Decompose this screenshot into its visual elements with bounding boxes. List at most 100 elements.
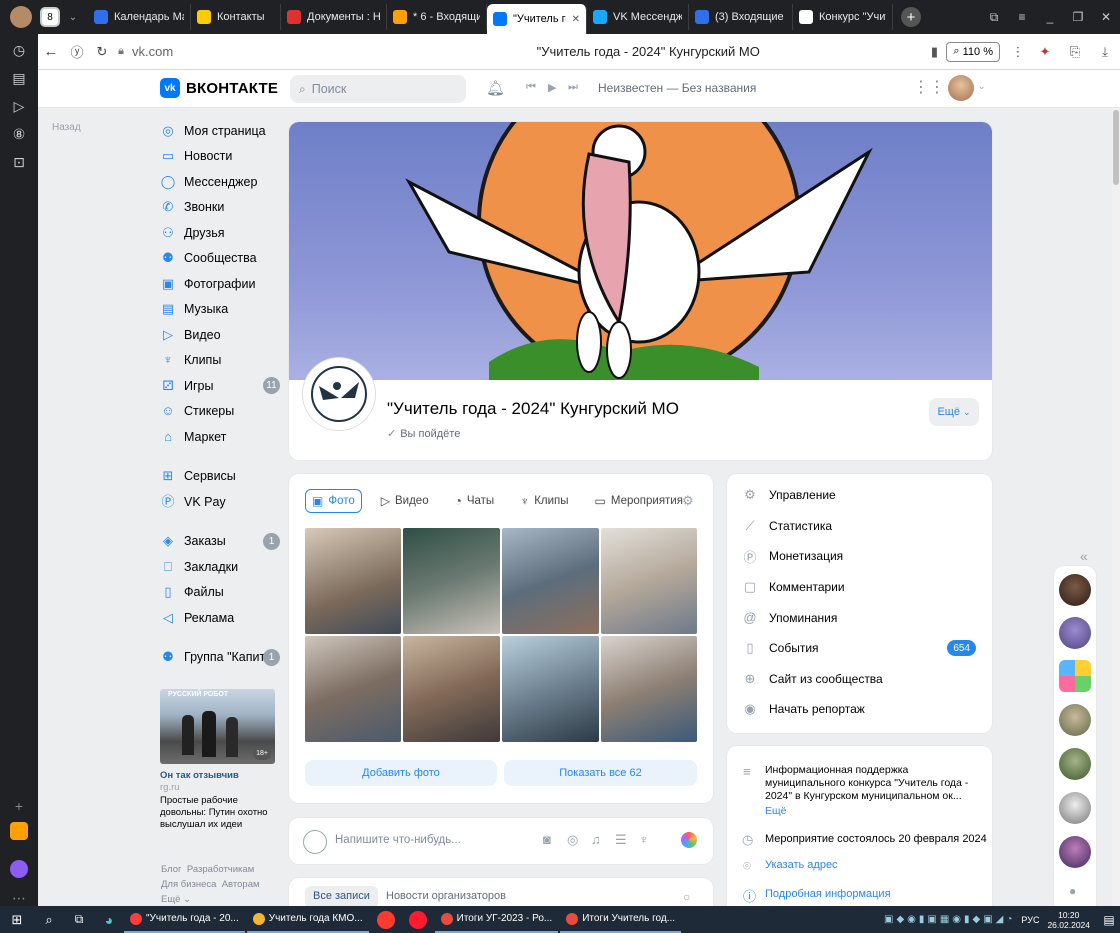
photo-thumbnail[interactable]	[305, 528, 401, 634]
footer-link-more[interactable]: Ещё	[161, 894, 180, 905]
ad-image[interactable]: РУССКИЙ РОБОТ 18+	[160, 689, 275, 764]
nav-item-orders[interactable]: ◈ Заказы 1	[160, 529, 282, 555]
reload-icon[interactable]: ↻	[90, 44, 114, 60]
chat-avatar-5[interactable]	[1059, 748, 1091, 780]
manage-item-gear[interactable]: ⚙ Управление	[727, 480, 992, 511]
wall-search-icon[interactable]: ○	[683, 890, 690, 904]
manage-item-stats[interactable]: ⟋ Статистика	[727, 511, 992, 542]
next-track-icon[interactable]: ⏭︎	[568, 81, 578, 94]
menu-icon[interactable]: ≡	[1008, 10, 1036, 24]
ai-icon[interactable]	[681, 832, 697, 848]
close-window-button[interactable]: ✕	[1092, 10, 1120, 24]
tab-organizer-news[interactable]: Новости организаторов	[386, 890, 506, 902]
poll-icon[interactable]: ☰	[615, 832, 627, 848]
media-tab-video[interactable]: ▷ Видео	[374, 489, 436, 513]
show-all-photos-button[interactable]: Показать все 62	[504, 760, 697, 786]
manage-item-broadcast[interactable]: ◉ Начать репортаж	[727, 694, 992, 725]
avatar-chevron-icon[interactable]: ⌄	[978, 81, 986, 92]
footer-link-dev[interactable]: Разработчикам	[187, 864, 254, 875]
system-tray-icons[interactable]: ▣◆◉▮▣▦◉▮◆▣◢◔	[884, 914, 1015, 925]
chat-bubble-icon[interactable]: ●	[1069, 884, 1076, 898]
copy-tab-icon[interactable]: ⧉	[980, 10, 1008, 25]
manage-item-mention[interactable]: @ Упоминания	[727, 602, 992, 633]
chat-avatar-4[interactable]	[1059, 704, 1091, 736]
photo-thumbnail[interactable]	[601, 636, 697, 742]
prev-track-icon[interactable]: ⏮︎	[526, 81, 536, 94]
group-more-button[interactable]: Ещё ⌄	[929, 398, 979, 426]
lock-icon[interactable]: ⊡	[9, 154, 29, 174]
group-avatar[interactable]	[303, 358, 375, 430]
photo-thumbnail[interactable]	[502, 636, 599, 742]
nav-item-vkpay[interactable]: Ⓟ VK Pay	[160, 489, 282, 515]
opera-taskbar-icon[interactable]	[408, 910, 427, 929]
nav-item-friends[interactable]: ⚇ Друзья	[160, 220, 282, 246]
footer-link-authors[interactable]: Авторам	[222, 879, 260, 890]
footer-link-blog[interactable]: Блог	[161, 864, 182, 875]
nav-item-photo[interactable]: ▣ Фотографии	[160, 271, 282, 297]
tab-all-posts[interactable]: Все записи	[305, 886, 378, 908]
chat-avatar-7[interactable]	[1059, 836, 1091, 868]
manage-item-monetize[interactable]: Ⓟ Монетизация	[727, 541, 992, 572]
specify-address-link[interactable]: Указать адрес	[765, 859, 838, 871]
close-tab-icon[interactable]: ✕	[572, 14, 580, 25]
yandex-taskbar-icon[interactable]	[376, 910, 395, 929]
chat-avatar-2[interactable]	[1059, 617, 1091, 649]
manage-item-events[interactable]: ▯ События 654	[727, 633, 992, 664]
ad-domain[interactable]: rg.ru	[160, 782, 275, 793]
manage-item-globe[interactable]: ⊕ Сайт из сообщества	[727, 664, 992, 695]
taskbar-item[interactable]: Учитель года КМО...	[246, 906, 369, 933]
player-track[interactable]: Неизвестен — Без названия	[598, 81, 756, 95]
play-icon[interactable]: ▶	[548, 81, 556, 94]
media-tab-photo[interactable]: ▣ Фото	[305, 489, 362, 513]
nav-item-files[interactable]: ▯ Файлы	[160, 580, 282, 606]
nav-item-clips[interactable]: ♆ Клипы	[160, 348, 282, 374]
add-icon[interactable]: +	[9, 798, 29, 818]
clock[interactable]: 10:20 26.02.2024	[1047, 910, 1090, 930]
nav-item-services[interactable]: ⊞ Сервисы	[160, 464, 282, 490]
post-composer[interactable]: Напишите что-нибудь... ◙ ◎ ♫ ☰ ♆	[289, 818, 713, 864]
taskbar-item[interactable]: Итоги Учитель год...	[560, 906, 682, 933]
back-arrow-icon[interactable]: ←	[38, 43, 64, 60]
browser-tab[interactable]: (3) Входящие - П	[689, 4, 793, 30]
nav-item-phone[interactable]: ✆ Звонки	[160, 195, 282, 221]
nav-item-games[interactable]: ⚂ Игры 11	[160, 373, 282, 399]
alice-app-icon[interactable]	[10, 860, 28, 878]
media-tab-chats[interactable]: ◔ Чаты	[448, 489, 502, 513]
add-photo-button[interactable]: Добавить фото	[305, 760, 497, 786]
media-settings-icon[interactable]: ⚙	[682, 493, 694, 509]
nav-item-user-circle[interactable]: ◎ Моя страница	[160, 118, 282, 144]
media-tab-clips[interactable]: ♆ Клипы	[513, 489, 575, 513]
photo-thumbnail[interactable]	[403, 636, 500, 742]
media-tab-events[interactable]: ▭ Мероприятия	[588, 489, 690, 513]
composer-input[interactable]: Напишите что-нибудь...	[335, 834, 461, 846]
nav-item-stickers[interactable]: ☺ Стикеры	[160, 399, 282, 425]
nav-item-message[interactable]: ◯ Мессенджер	[160, 169, 282, 195]
restore-button[interactable]: ❐	[1064, 10, 1092, 24]
collapse-chats-icon[interactable]: «	[1080, 548, 1088, 564]
browser-tab[interactable]: Конкурс "Учител	[793, 4, 893, 30]
kebab-icon[interactable]: ⋮	[1006, 44, 1030, 60]
photo-thumbnail[interactable]	[502, 528, 599, 634]
ad-block[interactable]: РУССКИЙ РОБОТ 18+ Он так отзывчив rg.ru …	[160, 689, 275, 831]
nav-item-market[interactable]: ⌂ Маркет	[160, 424, 282, 450]
user-avatar[interactable]	[948, 75, 974, 101]
nav-item-group[interactable]: ⚉ Группа "Капит... 1	[160, 645, 282, 671]
photo-thumbnail[interactable]	[403, 528, 500, 634]
bookmark-icon[interactable]: ▮	[922, 44, 946, 60]
search-icon[interactable]: ⌕	[34, 912, 64, 928]
details-link[interactable]: Подробная информация	[765, 888, 891, 900]
zoom-indicator[interactable]: ⌕ 110 %	[946, 41, 1000, 62]
apps-grid-icon[interactable]: ⋮⋮	[913, 77, 945, 97]
scrollbar-thumb[interactable]	[1113, 110, 1119, 185]
browser-tab[interactable]: "Учитель года ✕	[487, 4, 587, 34]
nav-item-communities[interactable]: ⚉ Сообщества	[160, 246, 282, 272]
video-icon[interactable]: ◎	[567, 832, 578, 848]
chat-avatar-6[interactable]	[1059, 792, 1091, 824]
nav-item-video[interactable]: ▷ Видео	[160, 322, 282, 348]
search-box[interactable]: ⌕ Поиск	[290, 75, 466, 103]
profile-avatar[interactable]	[10, 6, 32, 28]
download-icon[interactable]: ⤓	[1090, 44, 1120, 60]
history-icon[interactable]: ◷	[9, 42, 29, 62]
group-status[interactable]: ✓ Вы пойдёте	[387, 427, 460, 441]
minimize-button[interactable]: _	[1036, 10, 1064, 24]
